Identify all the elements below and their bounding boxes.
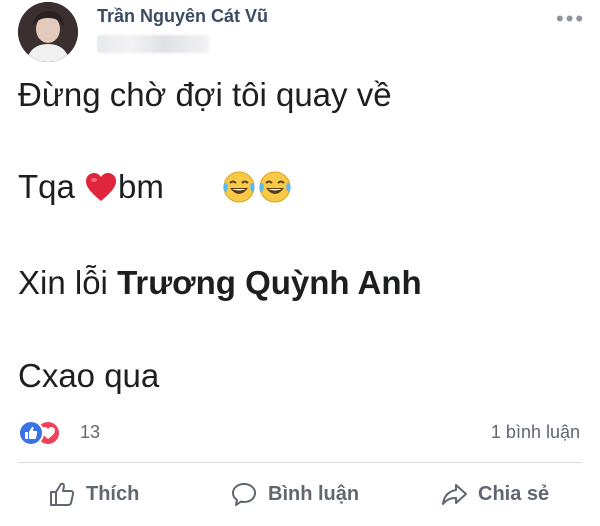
author-name[interactable]: Trần Nguyên Cát Vũ [97, 6, 268, 27]
post-header: Trần Nguyên Cát Vũ ••• [18, 2, 588, 64]
heart-emoji-icon [85, 172, 117, 210]
comments-count-link[interactable]: 1 bình luận [491, 422, 580, 443]
share-label: Chia sẻ [478, 482, 550, 505]
post-line-2: Tqa bm [18, 168, 292, 212]
comment-label: Bình luận [268, 482, 360, 505]
reaction-count: 13 [80, 422, 101, 442]
like-button[interactable]: Thích [48, 480, 139, 508]
avatar[interactable] [18, 2, 78, 62]
like-reaction-icon [18, 420, 44, 446]
more-options-icon[interactable]: ••• [556, 8, 585, 30]
post-line-2-prefix: Tqa [18, 168, 85, 205]
post-line-3-prefix: Xin lỗi [18, 264, 118, 301]
action-bar: Thích Bình luận Chia sẻ [0, 472, 600, 518]
post-line-2-suffix: bm [118, 168, 164, 205]
share-button[interactable]: Chia sẻ [440, 480, 549, 508]
share-arrow-icon [440, 480, 468, 508]
laughing-tears-emoji-icon [258, 170, 292, 212]
post-line-3: Xin lỗi Trương Quỳnh Anh [18, 264, 422, 302]
mention-link[interactable]: Trương Quỳnh Anh [117, 264, 422, 301]
post-line-1: Đừng chờ đợi tôi quay về [18, 76, 392, 113]
post-meta-blurred [97, 35, 209, 53]
comment-button[interactable]: Bình luận [230, 480, 359, 508]
comment-bubble-icon [230, 480, 258, 508]
laughing-tears-emoji-icon [222, 170, 256, 212]
divider [18, 462, 582, 463]
like-label: Thích [86, 482, 140, 505]
post-line-4: Cxao qua [18, 357, 160, 394]
thumbs-up-icon [48, 480, 76, 508]
